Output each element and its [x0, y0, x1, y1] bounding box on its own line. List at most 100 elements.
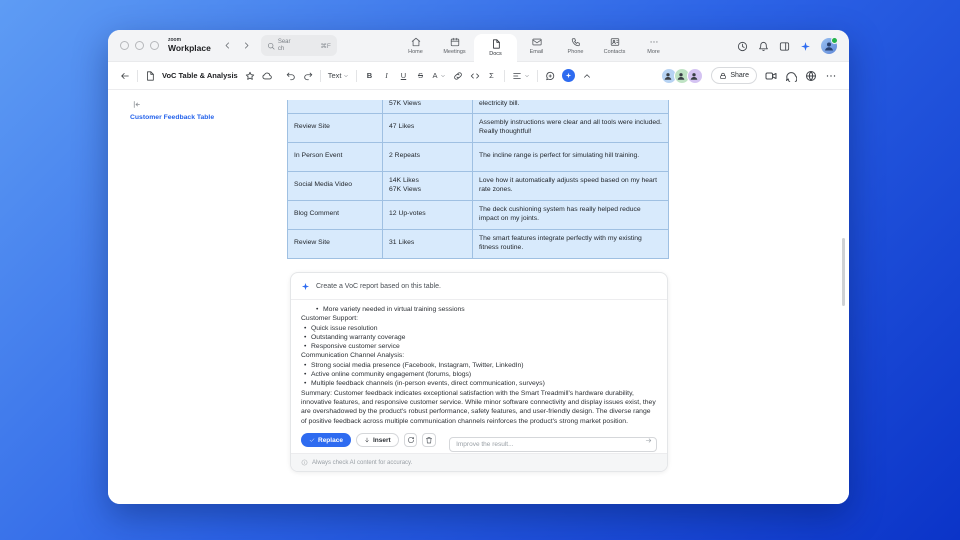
- lock-icon: [719, 72, 727, 80]
- chevron-down-icon: [440, 73, 446, 79]
- italic-button[interactable]: I: [381, 71, 391, 80]
- search-shortcut: ⌘F: [320, 42, 330, 50]
- nav-tab-email[interactable]: Email: [517, 30, 556, 62]
- ai-companion-button[interactable]: [562, 69, 575, 82]
- nav-tab-more[interactable]: More: [634, 30, 673, 62]
- ai-sparkle-icon: [301, 282, 310, 291]
- chat-icon[interactable]: [785, 70, 797, 82]
- vertical-scrollbar[interactable]: [842, 238, 845, 306]
- underline-button[interactable]: U: [398, 71, 408, 80]
- equation-button[interactable]: Σ: [487, 71, 497, 80]
- nav-tab-meetings[interactable]: Meetings: [435, 30, 474, 62]
- minimize-window-button[interactable]: [135, 41, 144, 50]
- nav-tab-home[interactable]: Home: [396, 30, 435, 62]
- undo-button[interactable]: [286, 71, 296, 81]
- contacts-icon: [610, 37, 620, 47]
- ai-result-line: Outstanding warranty coverage: [301, 333, 657, 342]
- history-forward-button[interactable]: [242, 41, 251, 50]
- feedback-cell[interactable]: Love how it automatically adjusts speed …: [473, 171, 669, 200]
- metric-cell[interactable]: 31 Likes: [383, 229, 473, 258]
- improve-result-field[interactable]: [449, 433, 657, 448]
- online-status-dot: [831, 37, 838, 44]
- share-button[interactable]: Share: [711, 67, 757, 84]
- source-cell[interactable]: In Person Event: [288, 142, 383, 171]
- redo-button[interactable]: [303, 71, 313, 81]
- favorite-star-icon[interactable]: [245, 71, 255, 81]
- cloud-sync-icon: [262, 71, 272, 81]
- text-color-dropdown[interactable]: A: [432, 71, 445, 80]
- submit-arrow-icon[interactable]: [645, 437, 652, 444]
- source-cell[interactable]: Blog Comment: [288, 200, 383, 229]
- replace-button[interactable]: Replace: [301, 433, 351, 447]
- window-controls[interactable]: [120, 41, 159, 50]
- close-window-button[interactable]: [120, 41, 129, 50]
- collaborator-avatar[interactable]: [687, 68, 703, 84]
- table-row[interactable]: Review Site 47 Likes Assembly instructio…: [288, 113, 669, 142]
- chevron-up-icon: [582, 71, 592, 81]
- doc-toolbar-right: Share: [661, 67, 837, 84]
- metric-cell[interactable]: 57K Views: [383, 100, 473, 113]
- sidebar-toggle-icon[interactable]: [779, 41, 790, 52]
- search-input[interactable]: Search ⌘F: [261, 35, 337, 56]
- text-style-dropdown[interactable]: Text: [328, 71, 350, 80]
- ai-sparkle-icon[interactable]: [800, 41, 811, 52]
- table-row[interactable]: Review Site 31 Likes The smart features …: [288, 229, 669, 258]
- nav-tab-docs[interactable]: Docs: [474, 34, 517, 62]
- add-comment-button[interactable]: [545, 71, 555, 81]
- feedback-cell[interactable]: Assembly instructions were clear and all…: [473, 113, 669, 142]
- link-button[interactable]: [453, 71, 463, 81]
- source-cell[interactable]: Review Site: [288, 229, 383, 258]
- ai-result-line: Quick issue resolution: [301, 324, 657, 333]
- metric-cell[interactable]: 12 Up-votes: [383, 200, 473, 229]
- collaborator-avatars: [661, 68, 703, 84]
- source-cell[interactable]: [288, 100, 383, 113]
- doc-type-icon: [145, 71, 155, 81]
- outline-link[interactable]: Customer Feedback Table: [130, 114, 214, 121]
- globe-icon[interactable]: [805, 70, 817, 82]
- feedback-cell[interactable]: electricity bill.: [473, 100, 669, 113]
- bell-icon[interactable]: [758, 41, 769, 52]
- table-row[interactable]: In Person Event 2 Repeats The incline ra…: [288, 142, 669, 171]
- titlebar: zoom Workplace Search ⌘F Home Meetings D…: [108, 30, 849, 62]
- collapse-toolbar-button[interactable]: [582, 71, 592, 81]
- feedback-cell[interactable]: The deck cushioning system has really he…: [473, 200, 669, 229]
- nav-tab-phone[interactable]: Phone: [556, 30, 595, 62]
- insert-button[interactable]: Insert: [356, 433, 399, 447]
- collapse-sidebar-icon[interactable]: [132, 100, 141, 109]
- align-dropdown[interactable]: [512, 71, 530, 81]
- nav-tab-contacts[interactable]: Contacts: [595, 30, 634, 62]
- table-row[interactable]: Blog Comment 12 Up-votes The deck cushio…: [288, 200, 669, 229]
- feedback-table[interactable]: 57K Views electricity bill. Review Site …: [287, 100, 669, 259]
- maximize-window-button[interactable]: [150, 41, 159, 50]
- improve-result-input[interactable]: [449, 437, 657, 452]
- user-avatar[interactable]: [821, 38, 837, 54]
- metric-cell[interactable]: 47 Likes: [383, 113, 473, 142]
- titlebar-actions: [737, 30, 837, 62]
- history-icon[interactable]: [737, 41, 748, 52]
- bold-button[interactable]: B: [364, 71, 374, 80]
- source-cell[interactable]: Social Media Video: [288, 171, 383, 200]
- comment-plus-icon: [545, 71, 555, 81]
- calendar-icon: [450, 37, 460, 47]
- align-icon: [512, 71, 522, 81]
- regenerate-button[interactable]: [404, 433, 418, 447]
- strikethrough-button[interactable]: S: [415, 71, 425, 80]
- table-row[interactable]: 57K Views electricity bill.: [288, 100, 669, 113]
- metric-cell[interactable]: 14K Likes 67K Views: [383, 171, 473, 200]
- more-options-icon[interactable]: [825, 70, 837, 82]
- feedback-cell[interactable]: The smart features integrate perfectly w…: [473, 229, 669, 258]
- ai-companion-button[interactable]: [562, 69, 575, 82]
- feedback-cell[interactable]: The incline range is perfect for simulat…: [473, 142, 669, 171]
- history-back-button[interactable]: [223, 41, 232, 50]
- ai-result-line: Communication Channel Analysis:: [301, 351, 657, 360]
- metric-cell[interactable]: 2 Repeats: [383, 142, 473, 171]
- ai-prompt-text: Create a VoC report based on this table.: [316, 283, 441, 290]
- delete-result-button[interactable]: [422, 433, 436, 447]
- ai-disclaimer: Always check AI content for accuracy.: [291, 453, 667, 471]
- back-button[interactable]: [120, 71, 130, 81]
- ai-result-line: Responsive customer service: [301, 342, 657, 351]
- table-row[interactable]: Social Media Video 14K Likes 67K Views L…: [288, 171, 669, 200]
- source-cell[interactable]: Review Site: [288, 113, 383, 142]
- code-button[interactable]: [470, 71, 480, 81]
- video-icon[interactable]: [765, 70, 777, 82]
